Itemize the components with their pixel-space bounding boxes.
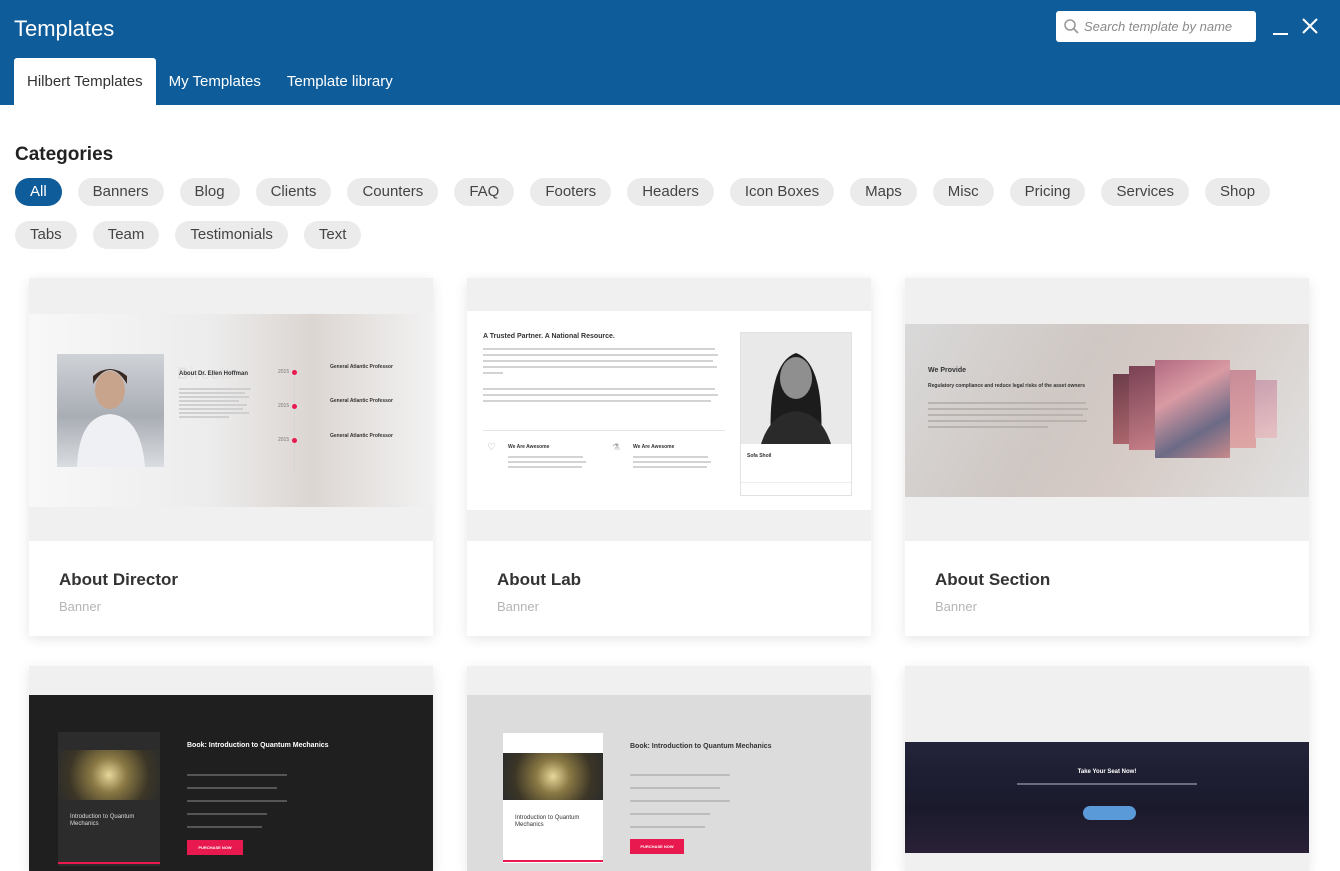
book-title: Introduction to Quantum Mechanics	[70, 814, 135, 827]
search-icon	[1056, 11, 1084, 42]
book-title: Introduction to Quantum Mechanics	[515, 815, 580, 828]
timeline-dot	[292, 370, 297, 375]
category-chip-banners[interactable]: Banners	[77, 178, 164, 206]
template-card[interactable]: We Provide Regulatory compliance and red…	[905, 278, 1309, 636]
category-chip-shop[interactable]: Shop	[1205, 178, 1271, 206]
template-card[interactable]: Take Your Seat Now!	[905, 666, 1309, 871]
card-title: About Lab	[497, 570, 582, 589]
timeline-year: 2015	[278, 437, 290, 443]
portrait-image	[57, 354, 164, 467]
preview-banner	[905, 742, 1309, 853]
category-chip-pricing[interactable]: Pricing	[1009, 178, 1086, 206]
preview-heading: Book: Introduction to Quantum Mechanics	[187, 742, 329, 749]
app-title: Templates	[14, 16, 115, 41]
feature-text	[633, 456, 713, 471]
category-chip-services[interactable]: Services	[1101, 178, 1190, 206]
template-card[interactable]: Introduction to Quantum Mechanics Book: …	[29, 666, 433, 871]
person-photo	[741, 333, 851, 444]
template-preview: We Provide Regulatory compliance and red…	[905, 278, 1309, 541]
divider	[483, 430, 725, 431]
template-preview: Introduction to Quantum Mechanics Book: …	[29, 666, 433, 871]
timeline-dot	[292, 438, 297, 443]
search-box[interactable]	[1056, 11, 1256, 42]
template-card[interactable]: Director About Dr. Ellen Hoffman 2015 Ge…	[29, 278, 433, 636]
cta-button	[1083, 806, 1136, 820]
template-preview: A Trusted Partner. A National Resource. …	[467, 278, 871, 541]
book-image	[503, 753, 603, 800]
book-details	[187, 774, 297, 839]
gallery-image	[1255, 380, 1277, 438]
category-chip-team[interactable]: Team	[92, 221, 160, 249]
person-name: Sofa Shoil	[747, 453, 772, 459]
card-category: Banner	[59, 599, 101, 614]
tab-bar: Hilbert Templates My Templates Template …	[14, 58, 406, 105]
categories-heading: Categories	[15, 144, 114, 165]
template-preview: Introduction to Quantum Mechanics Book: …	[467, 666, 871, 871]
preview-heading: We Provide	[928, 367, 966, 374]
category-chip-tabs[interactable]: Tabs	[15, 221, 77, 249]
category-chip-faq[interactable]: FAQ	[454, 178, 515, 206]
preview-heading: Book: Introduction to Quantum Mechanics	[630, 743, 772, 750]
category-chip-misc[interactable]: Misc	[932, 178, 994, 206]
feature-text	[508, 456, 588, 471]
timeline-title: General Atlantic Professor	[330, 433, 393, 439]
minimize-icon[interactable]	[1270, 14, 1292, 38]
preview-paragraph	[179, 386, 259, 420]
category-chips: All Banners Blog Clients Counters FAQ Fo…	[15, 178, 1325, 249]
card-title: About Section	[935, 570, 1051, 589]
book-image	[58, 750, 160, 800]
book-details	[630, 774, 740, 839]
header-bar: Templates Hilbert Templates My Templates…	[0, 0, 1340, 105]
purchase-button: PURCHASE NOW	[630, 839, 684, 854]
category-chip-blog[interactable]: Blog	[179, 178, 240, 206]
category-chip-footers[interactable]: Footers	[530, 178, 612, 206]
feature-title: We Are Awesome	[508, 444, 550, 450]
preview-paragraph	[928, 402, 1088, 432]
feature-title: We Are Awesome	[633, 444, 675, 450]
template-card[interactable]: A Trusted Partner. A National Resource. …	[467, 278, 871, 636]
timeline-axis	[294, 362, 295, 474]
category-chip-counters[interactable]: Counters	[347, 178, 439, 206]
category-chip-maps[interactable]: Maps	[850, 178, 917, 206]
flask-icon: ⚗	[612, 442, 621, 452]
preview-subtext	[1017, 783, 1197, 785]
preview-paragraph	[483, 348, 718, 406]
preview-heading: About Dr. Ellen Hoffman	[179, 371, 248, 377]
category-chip-text[interactable]: Text	[303, 221, 362, 249]
tab-hilbert-templates[interactable]: Hilbert Templates	[14, 58, 156, 105]
book-cover: Introduction to Quantum Mechanics	[503, 733, 603, 863]
tab-template-library[interactable]: Template library	[274, 58, 406, 105]
card-category: Banner	[497, 599, 539, 614]
category-chip-clients[interactable]: Clients	[255, 178, 332, 206]
category-chip-testimonials[interactable]: Testimonials	[175, 221, 288, 249]
template-preview: Take Your Seat Now!	[905, 666, 1309, 871]
preview-heading: Take Your Seat Now!	[1077, 769, 1137, 775]
category-chip-icon-boxes[interactable]: Icon Boxes	[729, 178, 835, 206]
close-icon[interactable]	[1299, 14, 1321, 38]
heart-icon: ♡	[487, 442, 496, 453]
preview-heading: A Trusted Partner. A National Resource.	[483, 333, 615, 340]
timeline-title: General Atlantic Professor	[330, 364, 393, 370]
template-preview: Director About Dr. Ellen Hoffman 2015 Ge…	[29, 278, 433, 541]
category-chip-all[interactable]: All	[15, 178, 62, 206]
card-title: About Director	[59, 570, 178, 589]
search-input[interactable]	[1084, 19, 1244, 34]
tab-my-templates[interactable]: My Templates	[156, 58, 274, 105]
gallery-image	[1230, 370, 1256, 448]
timeline-year: 2015	[278, 369, 290, 375]
preview-subheading: Regulatory compliance and reduce legal r…	[928, 383, 1085, 389]
purchase-button: PURCHASE NOW	[187, 840, 243, 855]
timeline-year: 2015	[278, 403, 290, 409]
category-chip-headers[interactable]: Headers	[627, 178, 714, 206]
template-card[interactable]: Introduction to Quantum Mechanics Book: …	[467, 666, 871, 871]
timeline-dot	[292, 404, 297, 409]
book-cover: Introduction to Quantum Mechanics	[58, 732, 160, 866]
person-card: Sofa Shoil	[740, 332, 852, 496]
timeline-title: General Atlantic Professor	[330, 398, 393, 404]
card-category: Banner	[935, 599, 977, 614]
gallery-image	[1155, 360, 1230, 458]
